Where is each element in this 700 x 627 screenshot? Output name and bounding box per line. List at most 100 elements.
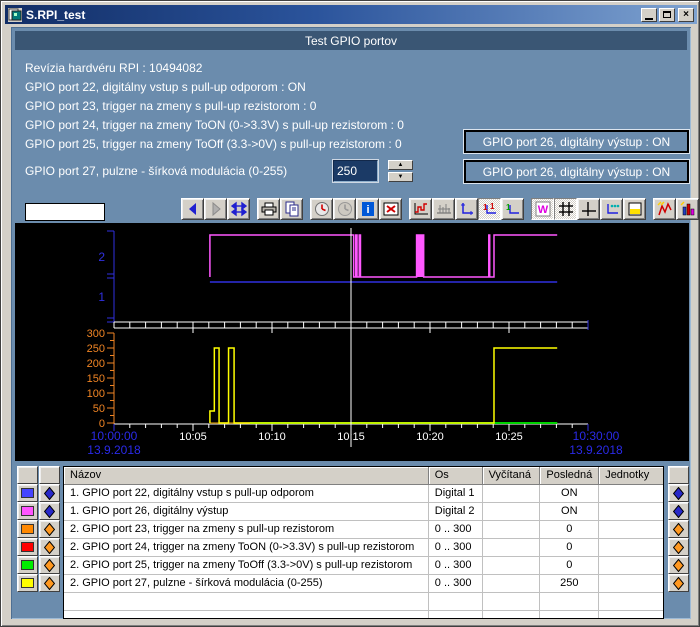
curve-style-icon bbox=[413, 201, 429, 217]
series-marker-button[interactable] bbox=[39, 538, 60, 556]
axis-1-red-icon: 11 bbox=[482, 201, 498, 217]
right-marker-column bbox=[668, 466, 689, 592]
close-icon: × bbox=[683, 10, 689, 20]
cell-nazov: 2. GPIO port 27, pulzne - šírková modulá… bbox=[64, 575, 429, 593]
svg-text:100: 100 bbox=[87, 388, 105, 400]
info-line: GPIO port 23, trigger na zmeny s pull-up… bbox=[25, 97, 465, 116]
series-marker-button[interactable] bbox=[39, 484, 60, 502]
gpio26-toggle-button-2[interactable]: GPIO port 26, digitálny výstup : ON bbox=[464, 160, 689, 183]
svg-text:W: W bbox=[537, 204, 548, 216]
series-marker-button[interactable] bbox=[668, 502, 689, 520]
info-button[interactable]: i bbox=[356, 198, 379, 220]
series-marker-button[interactable] bbox=[39, 556, 60, 574]
close-button[interactable]: × bbox=[678, 8, 694, 22]
w-curves-icon: W bbox=[535, 201, 551, 217]
spinner-down-button[interactable]: ▼ bbox=[388, 172, 413, 182]
table-row[interactable]: 2. GPIO port 24, trigger na zmeny ToON (… bbox=[64, 539, 663, 557]
table-row[interactable]: 2. GPIO port 23, trigger na zmeny s pull… bbox=[64, 521, 663, 539]
curve-style-button[interactable] bbox=[409, 198, 432, 220]
cell-posledna: ON bbox=[540, 485, 599, 503]
grid-button[interactable] bbox=[554, 198, 577, 220]
series-marker-button[interactable] bbox=[39, 502, 60, 520]
svg-text:13.9.2018: 13.9.2018 bbox=[87, 443, 141, 457]
axis-scale-icon bbox=[604, 201, 620, 217]
delete-button[interactable] bbox=[379, 198, 402, 220]
header-blank-cell bbox=[668, 466, 689, 484]
series-marker-button[interactable] bbox=[668, 538, 689, 556]
svg-text:10:10: 10:10 bbox=[258, 431, 286, 443]
minimize-button[interactable] bbox=[641, 8, 657, 22]
scroll-right-icon bbox=[208, 201, 224, 217]
zoom-horizontal-button[interactable] bbox=[227, 198, 250, 220]
print-button[interactable] bbox=[257, 198, 280, 220]
axes-button[interactable] bbox=[455, 198, 478, 220]
header-blank-cell bbox=[39, 466, 60, 484]
cell-posledna: 0 bbox=[540, 539, 599, 557]
delete-icon bbox=[383, 201, 399, 217]
pwm-input[interactable] bbox=[333, 160, 378, 182]
bar-chart-button[interactable] bbox=[676, 198, 699, 220]
color-swatch-button[interactable] bbox=[17, 556, 38, 574]
axis-scale-button[interactable] bbox=[600, 198, 623, 220]
pwm-spinner: ▲ ▼ bbox=[388, 160, 413, 182]
series-marker-button[interactable] bbox=[39, 574, 60, 592]
axis-1-red-button[interactable]: 11 bbox=[478, 198, 501, 220]
window-title: S.RPI_test bbox=[26, 8, 641, 22]
titlebar[interactable]: S.RPI_test × bbox=[5, 5, 697, 24]
cell-vycitana bbox=[483, 575, 541, 593]
series-marker-button[interactable] bbox=[668, 484, 689, 502]
cursor-value-field[interactable] bbox=[25, 203, 105, 221]
color-swatch-button[interactable] bbox=[17, 484, 38, 502]
time-range-disabled-button[interactable] bbox=[333, 198, 356, 220]
table-row[interactable]: 2. GPIO port 25, trigger na zmeny ToOff … bbox=[64, 557, 663, 575]
series-marker-button[interactable] bbox=[668, 574, 689, 592]
empty-cell bbox=[599, 611, 663, 618]
maximize-button[interactable] bbox=[659, 8, 675, 22]
diamond-icon bbox=[673, 541, 684, 554]
color-swatch-button[interactable] bbox=[17, 538, 38, 556]
axis-1-green-icon: 1 bbox=[505, 201, 521, 217]
svg-text:10:20: 10:20 bbox=[416, 431, 444, 443]
gpio26-toggle-button-1[interactable]: GPIO port 26, digitálny výstup : ON bbox=[464, 130, 689, 153]
zoom-horizontal-icon bbox=[231, 201, 247, 217]
info-icon: i bbox=[360, 201, 376, 217]
table-row[interactable]: 1. GPIO port 26, digitálny výstupDigital… bbox=[64, 503, 663, 521]
series-marker-button[interactable] bbox=[668, 520, 689, 538]
series-marker-button[interactable] bbox=[39, 520, 60, 538]
bars-style-icon bbox=[436, 201, 452, 217]
color-swatch-button[interactable] bbox=[17, 520, 38, 538]
fill-style-button[interactable] bbox=[623, 198, 646, 220]
table-row[interactable]: 2. GPIO port 27, pulzne - šírková modulá… bbox=[64, 575, 663, 593]
axis-cross-button[interactable] bbox=[577, 198, 600, 220]
cell-nazov: 1. GPIO port 26, digitálny výstup bbox=[64, 503, 429, 521]
svg-text:50: 50 bbox=[93, 403, 105, 415]
svg-text:250: 250 bbox=[87, 343, 105, 355]
svg-text:10:00:00: 10:00:00 bbox=[91, 429, 138, 443]
series-marker-button[interactable] bbox=[668, 556, 689, 574]
chart-area[interactable]: 2130025020015010050010:0510:1010:1510:20… bbox=[15, 223, 689, 461]
scroll-right-button[interactable] bbox=[204, 198, 227, 220]
series-color-swatch bbox=[21, 488, 34, 498]
column-header: Posledná bbox=[540, 467, 599, 485]
scroll-left-button[interactable] bbox=[181, 198, 204, 220]
scroll-left-icon bbox=[185, 201, 201, 217]
empty-row bbox=[64, 593, 663, 611]
w-curves-button[interactable]: W bbox=[531, 198, 554, 220]
time-range-button[interactable] bbox=[310, 198, 333, 220]
color-swatch-button[interactable] bbox=[17, 574, 38, 592]
axis-1-green-button[interactable]: 1 bbox=[501, 198, 524, 220]
table-row[interactable]: 1. GPIO port 22, digitálny vstup s pull-… bbox=[64, 485, 663, 503]
spinner-up-button[interactable]: ▲ bbox=[388, 160, 413, 170]
cell-os: 0 .. 300 bbox=[429, 539, 483, 557]
series-color-swatch bbox=[21, 560, 34, 570]
line-chart-button[interactable] bbox=[653, 198, 676, 220]
color-swatch-button[interactable] bbox=[17, 502, 38, 520]
svg-text:150: 150 bbox=[87, 373, 105, 385]
cell-os: Digital 2 bbox=[429, 503, 483, 521]
info-line: GPIO port 22, digitálny vstup s pull-up … bbox=[25, 78, 465, 97]
svg-text:1: 1 bbox=[490, 202, 495, 211]
empty-cell bbox=[483, 593, 541, 611]
bars-style-button[interactable] bbox=[432, 198, 455, 220]
svg-text:10:25: 10:25 bbox=[495, 431, 523, 443]
copy-button[interactable] bbox=[280, 198, 303, 220]
